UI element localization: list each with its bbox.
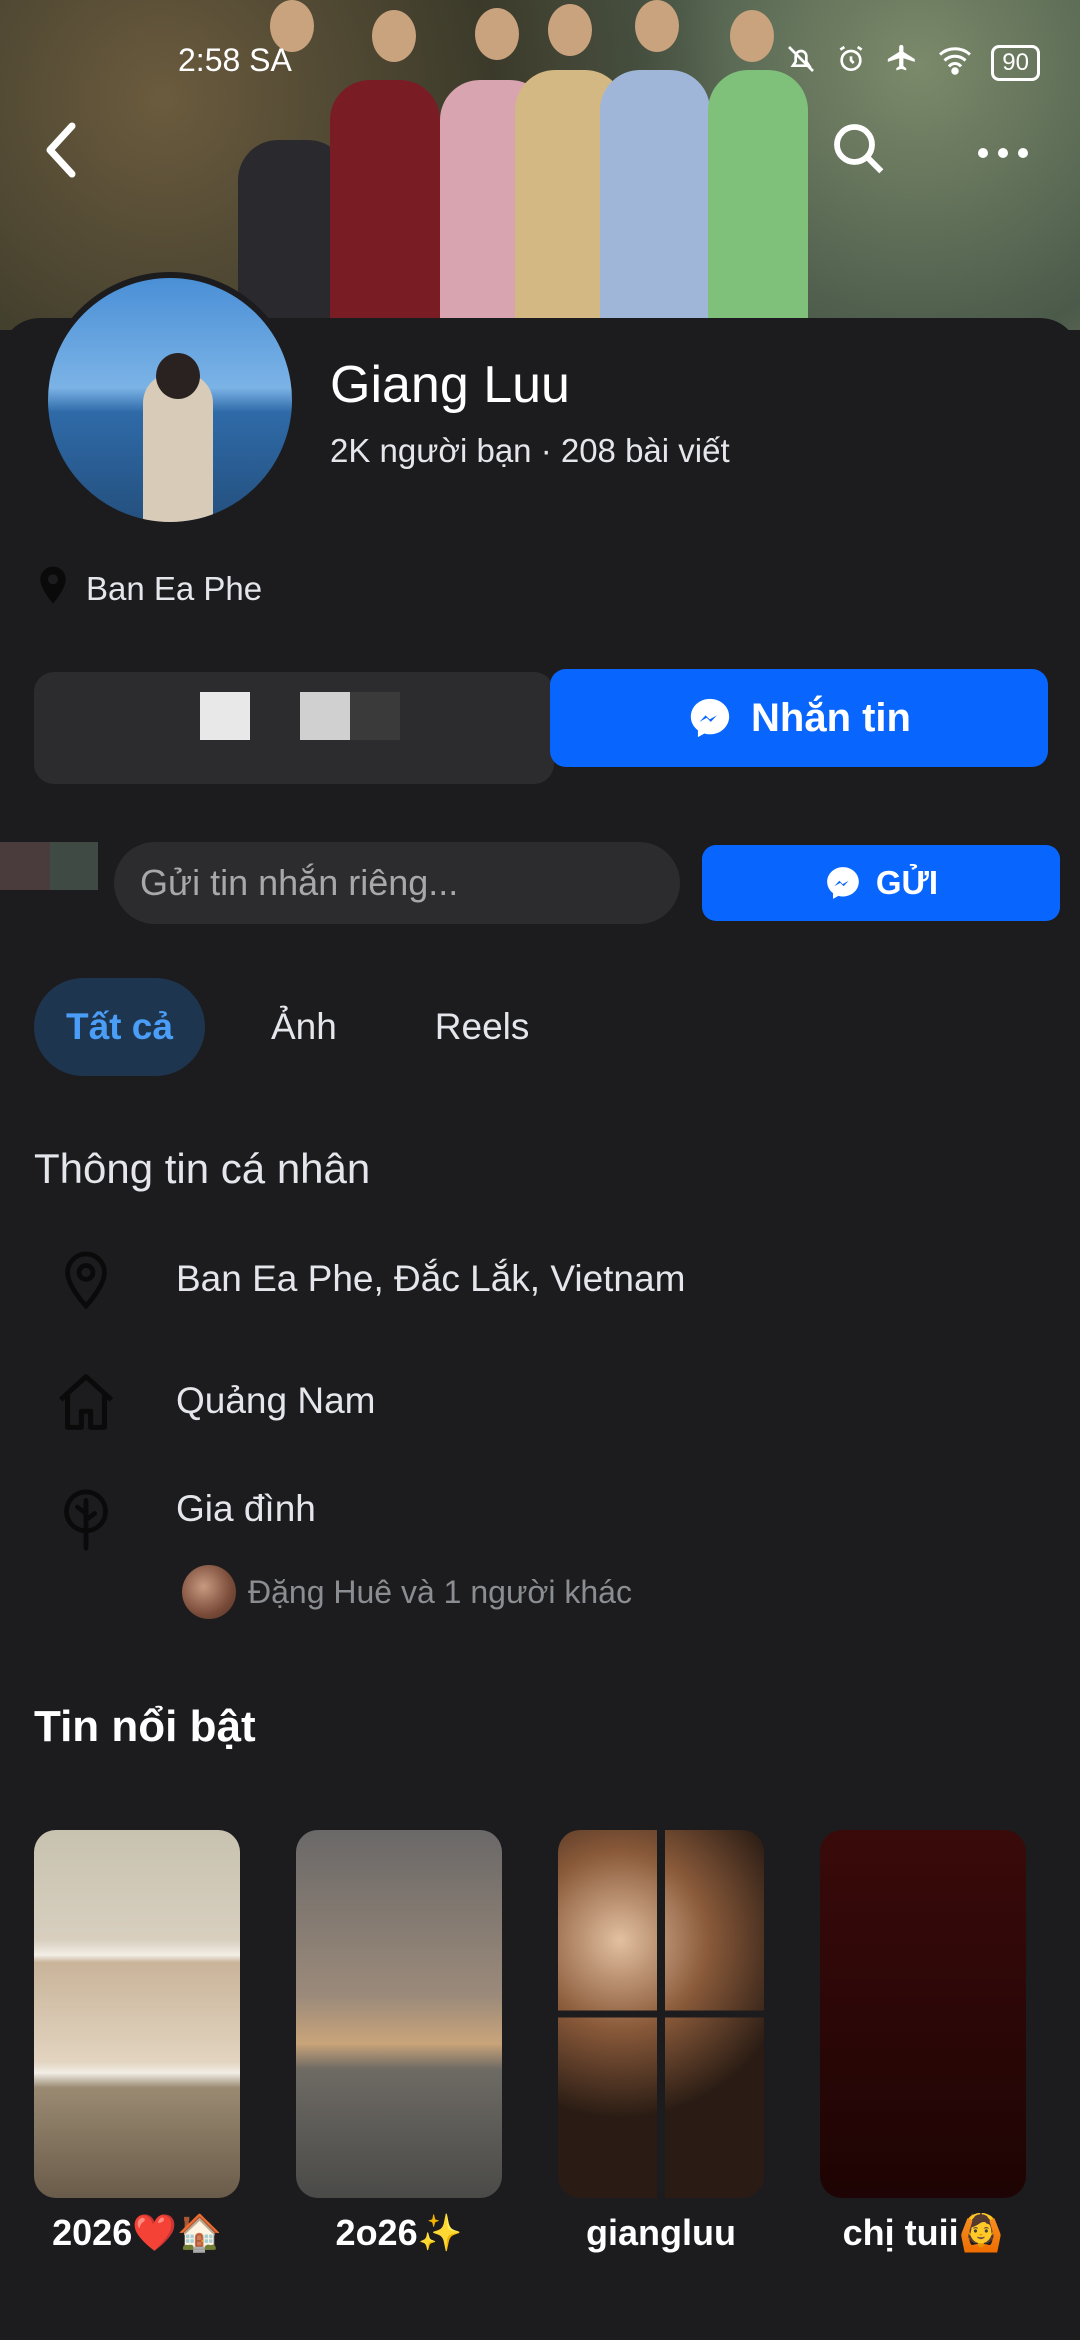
highlight-cover bbox=[820, 1830, 1026, 2198]
wifi-icon bbox=[937, 43, 973, 83]
highlights-title: Tin nổi bật bbox=[34, 1702, 256, 1751]
back-button[interactable] bbox=[42, 120, 92, 180]
send-button-label: GỬI bbox=[875, 864, 939, 901]
status-icons: 90 bbox=[785, 42, 1040, 84]
highlight-cover bbox=[34, 1830, 240, 2198]
highlight-label: giangluu bbox=[586, 2212, 736, 2253]
hometown-text[interactable]: Quảng Nam bbox=[176, 1380, 376, 1422]
profile-name: Giang Luu bbox=[330, 356, 570, 414]
family-row bbox=[56, 1488, 116, 1552]
battery-icon: 90 bbox=[991, 45, 1040, 81]
highlight-cover bbox=[296, 1830, 502, 2198]
lives-in-text[interactable]: Ban Ea Phe, Đắc Lắk, Vietnam bbox=[176, 1258, 685, 1300]
avatar-figure-head bbox=[156, 353, 200, 399]
alarm-icon bbox=[835, 43, 867, 83]
highlight-cover bbox=[558, 1830, 764, 2198]
obscured-thumbnail bbox=[50, 842, 98, 890]
highlight-label: 2026❤️🏠 bbox=[52, 2212, 222, 2253]
status-bar: 2:58 SA 90 bbox=[0, 38, 1080, 86]
avatar[interactable] bbox=[42, 272, 298, 528]
message-button-label: Nhắn tin bbox=[751, 695, 911, 740]
family-tree-icon bbox=[56, 1488, 116, 1552]
home-icon bbox=[56, 1370, 116, 1434]
location-label: Ban Ea Phe bbox=[86, 570, 263, 607]
lives-in-row bbox=[56, 1248, 116, 1312]
cover-person bbox=[708, 70, 808, 330]
highlight-label: 2o26✨ bbox=[335, 2212, 463, 2253]
highlight-item[interactable]: chị tuii🙆 bbox=[820, 1830, 1026, 2254]
search-button[interactable] bbox=[830, 120, 890, 180]
bell-off-icon bbox=[785, 43, 817, 83]
profile-tabs: Tất cả Ảnh Reels bbox=[34, 978, 561, 1076]
about-title: Thông tin cá nhân bbox=[34, 1145, 371, 1192]
highlight-item[interactable]: 2026❤️🏠 bbox=[34, 1830, 240, 2254]
chevron-left-icon bbox=[46, 122, 76, 178]
family-members-row[interactable]: Đặng Huê và 1 người khác bbox=[182, 1565, 632, 1619]
tab-reels[interactable]: Reels bbox=[403, 978, 562, 1076]
tab-all[interactable]: Tất cả bbox=[34, 978, 205, 1076]
status-time: 2:58 SA bbox=[178, 42, 292, 78]
family-avatar bbox=[182, 1565, 236, 1619]
messenger-icon bbox=[827, 867, 859, 899]
search-icon bbox=[834, 124, 884, 174]
cover-person bbox=[330, 80, 440, 330]
tab-photos[interactable]: Ảnh bbox=[239, 978, 369, 1076]
highlights-list: 2026❤️🏠 2o26✨ giangluu chị tuii🙆 bbox=[34, 1830, 1026, 2254]
message-button[interactable]: Nhắn tin bbox=[550, 669, 1048, 767]
send-button[interactable]: GỬI bbox=[702, 845, 1060, 921]
more-dots-icon bbox=[978, 148, 1028, 158]
more-options-button[interactable] bbox=[975, 128, 1035, 172]
location-pin-icon bbox=[36, 565, 70, 613]
family-label: Gia đình bbox=[176, 1488, 316, 1529]
location-row: Ban Ea Phe bbox=[36, 565, 262, 613]
obscured-pixel bbox=[350, 692, 400, 740]
profile-stats[interactable]: 2K người bạn · 208 bài viết bbox=[330, 432, 730, 470]
messenger-icon bbox=[690, 698, 730, 738]
highlight-item[interactable]: giangluu bbox=[558, 1830, 764, 2254]
obscured-pixel bbox=[200, 692, 250, 740]
cover-person bbox=[600, 70, 710, 330]
airplane-icon bbox=[885, 42, 919, 84]
highlight-item[interactable]: 2o26✨ bbox=[296, 1830, 502, 2254]
obscured-pixel bbox=[300, 692, 350, 740]
obscured-area bbox=[34, 672, 554, 784]
hometown-row bbox=[56, 1370, 116, 1434]
private-message-input[interactable]: Gửi tin nhắn riêng... bbox=[114, 842, 680, 924]
highlight-label: chị tuii🙆 bbox=[842, 2212, 1004, 2253]
location-pin-icon bbox=[56, 1248, 116, 1312]
family-members-text: Đặng Huê và 1 người khác bbox=[248, 1573, 632, 1610]
